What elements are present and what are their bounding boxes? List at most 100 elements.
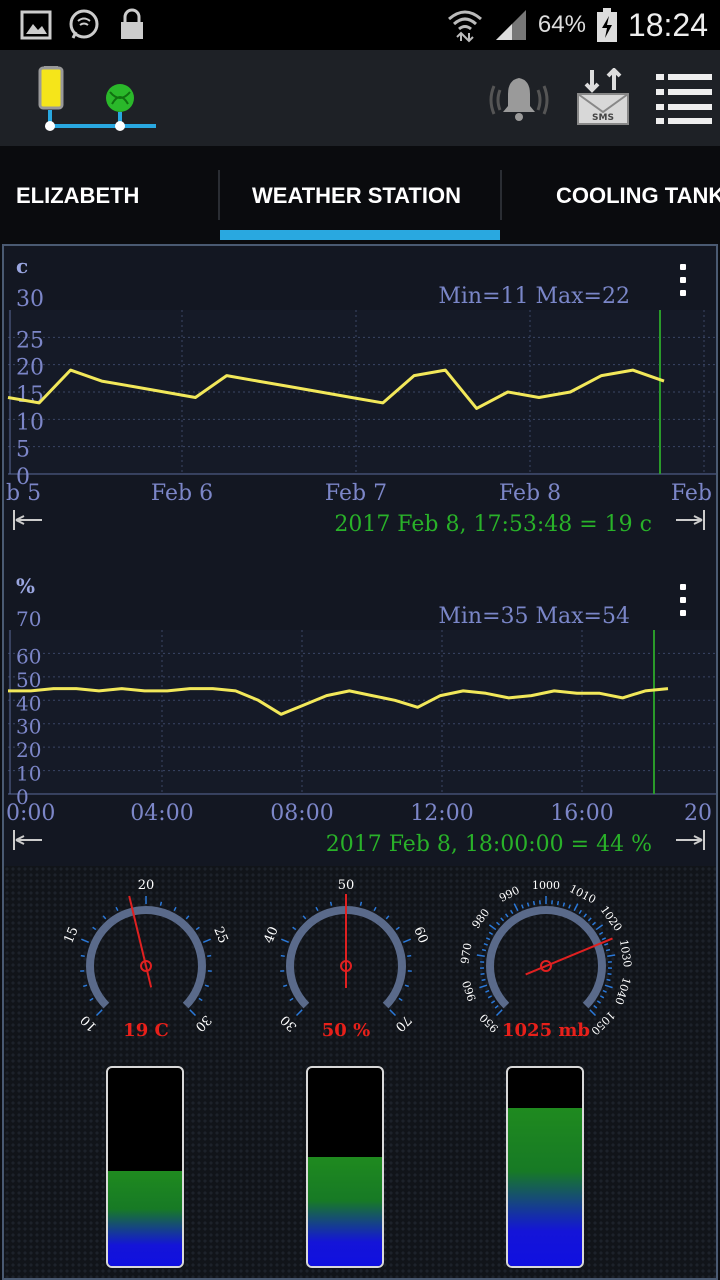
gauge-tick-label: 990: [497, 884, 522, 905]
gauge-tick: [599, 995, 605, 999]
sms-icon[interactable]: SMS: [574, 68, 632, 128]
pressure-tank: [506, 1066, 584, 1268]
network-status-icon[interactable]: [30, 64, 162, 136]
scroll-left-arrow[interactable]: [12, 830, 44, 850]
pressure-gauge-value: 1025 mb: [502, 1020, 590, 1041]
x-tick-label: 0:00: [6, 801, 55, 826]
gauge-tick: [295, 1009, 303, 1017]
gauge-tick: [407, 954, 412, 958]
temperature-gauge-value: 19 C: [123, 1020, 169, 1041]
gauge-tick: [373, 906, 377, 912]
gauge-tick: [596, 1000, 602, 1004]
gauge-tick-label: 1020: [598, 904, 625, 934]
wifi-icon: [447, 10, 482, 43]
gauge-tick: [404, 984, 410, 988]
gauge-tick: [173, 906, 177, 912]
gauge-tick: [204, 984, 210, 988]
temperature-chart-panel: c Min=11 Max=22 30 25 20 15 10 5 0 b 5 Feb 6 Feb …: [4, 246, 716, 546]
gauge-tick: [92, 926, 97, 931]
x-tick-label: 16:00: [550, 801, 613, 826]
lock-icon: [121, 8, 143, 39]
gauge-tick: [359, 901, 363, 906]
gauge-tick: [89, 997, 94, 1002]
gauge-tick: [281, 938, 290, 943]
y-tick-label: 30: [16, 287, 44, 312]
gauge-tick: [495, 1009, 503, 1017]
active-tab-indicator: [220, 230, 500, 240]
temperature-chart[interactable]: 302520151050b 5 Feb 6 Feb 7 Feb 8 Feb: [4, 246, 716, 516]
scroll-right-arrow[interactable]: [674, 510, 706, 530]
gauge-arc: [486, 906, 606, 1009]
tab-divider: [218, 170, 220, 220]
gauge-tick: [494, 1004, 499, 1009]
y-tick-label: 10: [16, 410, 44, 435]
gauge-tick: [592, 921, 597, 926]
content-area: c Min=11 Max=22 30 25 20 15 10 5 0 b 5 Feb 6 Feb …: [2, 244, 718, 1280]
gauge-tick: [510, 909, 514, 915]
gauge-tick-label: 40: [262, 925, 282, 946]
gauge-tick: [398, 997, 403, 1002]
humidity-chart[interactable]: 7060504030201000:00 04:00 08:00 12:00 16:00 2…: [4, 566, 716, 836]
gauge-tick: [607, 954, 616, 958]
status-bar: 64% 18:24: [0, 0, 720, 50]
gauge-tick: [389, 1009, 397, 1017]
gauge-tick: [385, 915, 390, 920]
tab-cooling-tank[interactable]: COOLING TANK: [556, 176, 720, 216]
gauge-tick: [488, 931, 494, 936]
y-tick-label: 25: [16, 328, 44, 353]
y-tick-label: 20: [16, 738, 41, 762]
alarm-bell-icon[interactable]: [484, 72, 554, 128]
gauge-tick: [476, 954, 485, 958]
gauge-tick: [485, 989, 490, 993]
y-tick-label: 5: [16, 438, 30, 463]
gauge-tick: [562, 902, 566, 907]
gauge-tick: [102, 915, 107, 920]
y-tick-label: 40: [16, 691, 41, 715]
gauge-tick-label: 25: [210, 925, 230, 946]
gauge-tick: [578, 909, 582, 915]
humidity-tank: [306, 1066, 384, 1268]
scroll-left-arrow[interactable]: [12, 510, 44, 530]
gauge-tick: [280, 954, 285, 958]
x-tick-label: Feb: [671, 481, 712, 506]
y-tick-label: 30: [16, 715, 41, 739]
gauge-tick: [589, 1009, 597, 1017]
gauge-tick: [95, 1009, 103, 1017]
x-tick-label: Feb 6: [151, 481, 213, 506]
scroll-right-arrow[interactable]: [674, 830, 706, 850]
chart-readout: 2017 Feb 8, 17:53:48 = 19 c: [334, 512, 652, 537]
gauge-tick-label: 1040: [612, 976, 633, 1007]
temperature-tank: [106, 1066, 184, 1268]
gauge-tick: [606, 978, 611, 982]
gauge-tick-label: 970: [458, 942, 474, 965]
x-tick-label: 20: [684, 801, 712, 826]
tab-divider: [500, 170, 502, 220]
plot-area: [8, 630, 716, 794]
gauge-tick-label: 50: [338, 878, 355, 893]
gauge-tick: [202, 938, 211, 943]
gauge-tick: [607, 973, 612, 976]
gauges-panel: 10 15 20 25 30 30 40 50 60 70 950 960 970 980 990 1000 1…: [4, 866, 716, 1278]
menu-icon[interactable]: [656, 72, 712, 124]
tab-weather-station[interactable]: WEATHER STATION: [252, 176, 461, 216]
gauge-tick: [490, 1000, 496, 1004]
battery-percent: 64%: [537, 11, 586, 38]
gauge-tick: [504, 913, 509, 918]
x-tick-label: 08:00: [270, 801, 333, 826]
gauge-tick-label: 960: [460, 979, 479, 1003]
x-tick-label: Feb 7: [325, 481, 387, 506]
y-tick-label: 60: [16, 644, 41, 668]
gauge-tick: [598, 931, 604, 936]
tab-elizabeth[interactable]: ELIZABETH: [16, 176, 139, 216]
gauge-tick: [282, 984, 288, 988]
gauge-tick: [315, 906, 319, 912]
gauge-tick: [292, 926, 297, 931]
y-tick-label: 70: [16, 607, 41, 631]
gauge-tick: [487, 995, 493, 999]
tank-level: [508, 1107, 582, 1266]
gauge-tick-label: 1030: [617, 939, 634, 969]
gauge-tick: [595, 924, 604, 931]
gauge-tick: [483, 942, 488, 946]
x-tick-label: 04:00: [130, 801, 193, 826]
gauge-tick: [556, 901, 560, 906]
